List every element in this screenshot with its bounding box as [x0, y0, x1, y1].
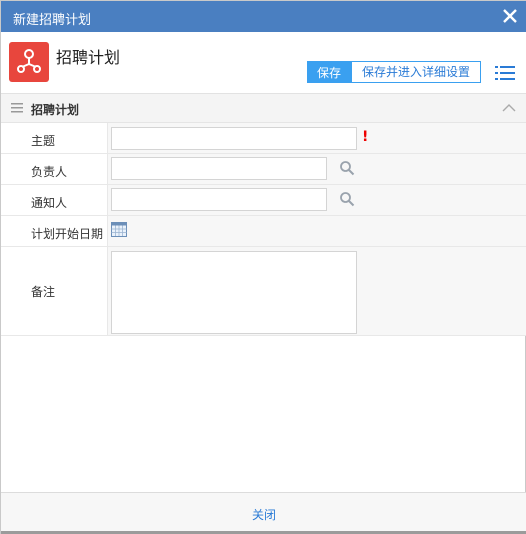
start-date-label: 计划开始日期: [31, 227, 104, 241]
search-icon[interactable]: [339, 191, 355, 207]
search-icon[interactable]: [339, 160, 355, 176]
save-button[interactable]: 保存: [307, 61, 351, 83]
footer: 关闭: [1, 492, 526, 534]
section-header[interactable]: 招聘计划: [1, 94, 526, 123]
subject-row: 主题 !: [1, 123, 526, 154]
window-title: 新建招聘计划: [13, 13, 92, 28]
notify-row: 通知人: [1, 185, 526, 216]
close-icon[interactable]: [501, 7, 519, 25]
required-mark: !: [362, 129, 369, 145]
owner-label: 负责人: [31, 165, 68, 179]
subject-input[interactable]: [111, 127, 357, 150]
remark-textarea[interactable]: [111, 251, 357, 334]
notify-input[interactable]: [111, 188, 327, 211]
lines-icon: [11, 103, 23, 113]
page-title: 招聘计划: [56, 48, 121, 67]
header: 招聘计划 保存 保存并进入详细设置: [1, 32, 526, 94]
remark-row: 备注: [1, 247, 526, 336]
app-icon: [9, 42, 49, 82]
notify-label: 通知人: [31, 196, 68, 210]
section-title: 招聘计划: [31, 103, 80, 117]
titlebar: 新建招聘计划: [1, 1, 526, 32]
close-button[interactable]: 关闭: [1, 506, 526, 523]
owner-row: 负责人: [1, 154, 526, 185]
save-and-detail-button[interactable]: 保存并进入详细设置: [351, 61, 481, 83]
chevron-up-icon[interactable]: [502, 103, 516, 113]
dialog: 新建招聘计划 招聘计划 保存 保存并进入详细设置 招聘计划 主题 ! 负责人 通…: [0, 0, 526, 534]
menu-icon[interactable]: [495, 65, 515, 81]
subject-label: 主题: [31, 134, 56, 148]
owner-input[interactable]: [111, 157, 327, 180]
start-date-row: 计划开始日期: [1, 216, 526, 247]
calendar-icon[interactable]: [111, 221, 127, 237]
remark-label: 备注: [31, 285, 56, 299]
form: 主题 ! 负责人 通知人 计划开始日期 备注: [1, 123, 526, 336]
